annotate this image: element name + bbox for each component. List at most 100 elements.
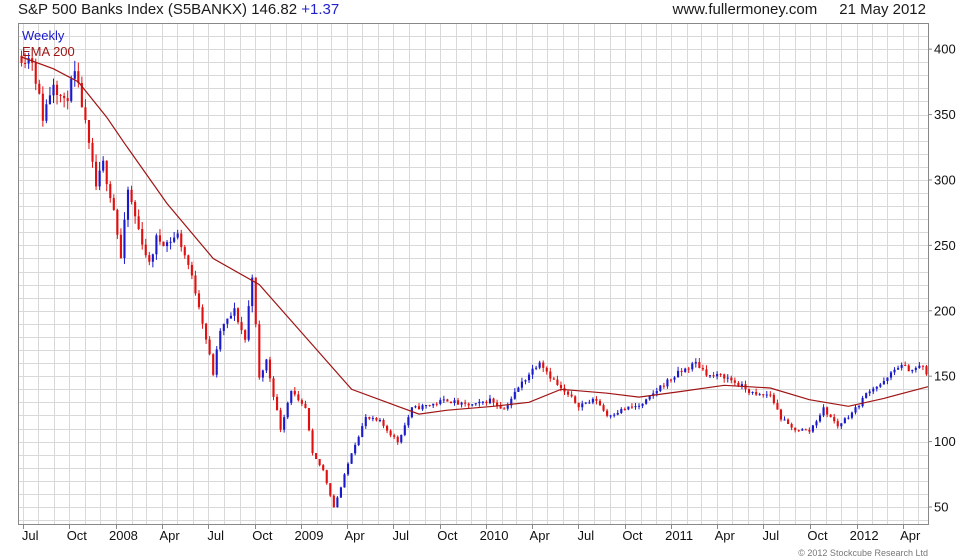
candle-body: [265, 359, 268, 371]
candle-up: [506, 402, 509, 411]
candle-body: [361, 426, 364, 437]
candle-body: [808, 429, 811, 432]
candle-up: [371, 415, 374, 422]
candle-body: [229, 315, 232, 319]
candle-body: [272, 378, 275, 397]
candle-body: [531, 368, 534, 375]
candle-down: [41, 86, 44, 127]
candle-body: [190, 264, 193, 276]
candle-body: [747, 389, 751, 393]
candle-body: [141, 229, 144, 245]
candle-body: [865, 393, 868, 398]
candle-down: [212, 353, 215, 377]
y-tick-label: 100: [934, 434, 956, 449]
candle-body: [566, 391, 570, 395]
candle-body: [574, 396, 577, 403]
candle-down: [162, 241, 165, 247]
candle-body: [371, 417, 374, 419]
candle-body: [364, 417, 367, 427]
candle-body: [471, 404, 474, 406]
candle-body: [861, 397, 864, 407]
candle-up: [173, 232, 176, 244]
candle-body: [425, 405, 428, 407]
candle-body: [790, 423, 793, 428]
x-tick-label: Apr: [900, 528, 921, 543]
candle-up: [538, 360, 541, 370]
candle-body: [261, 370, 264, 378]
candle-down: [258, 320, 261, 380]
candle-down: [134, 200, 137, 224]
candle-body: [268, 359, 272, 379]
candle-down: [116, 208, 119, 240]
candle-up: [758, 392, 761, 396]
candle-body: [293, 390, 296, 395]
candle-body: [393, 435, 396, 437]
candle-body: [95, 161, 98, 187]
candle-up: [453, 397, 456, 406]
candle-body: [222, 323, 225, 331]
candle-body: [904, 364, 907, 366]
candle-down: [254, 277, 257, 328]
candle-body: [698, 362, 701, 369]
candle-body: [467, 403, 470, 406]
candle-body: [148, 255, 151, 262]
candle-body: [694, 362, 697, 364]
candle-down: [279, 407, 282, 433]
candle-up: [488, 394, 492, 405]
candle-up: [233, 302, 236, 321]
candle-up: [620, 407, 623, 414]
candle-down: [148, 251, 151, 266]
candle-body: [911, 369, 914, 372]
candle-body: [134, 202, 137, 217]
candle-body: [627, 406, 630, 410]
candle-body: [783, 419, 786, 421]
candle-down: [779, 408, 783, 422]
candle-up: [354, 442, 357, 456]
candle-down: [496, 399, 499, 409]
candle-body: [119, 234, 122, 259]
candle-body: [201, 307, 204, 324]
candle-body: [708, 375, 712, 377]
x-tick-label: Jul: [763, 528, 780, 543]
candle-up: [339, 486, 343, 499]
candle-body: [606, 410, 609, 416]
candle-body: [290, 390, 293, 403]
candle-up: [818, 413, 822, 423]
candle-body: [527, 374, 531, 381]
candle-body: [577, 402, 580, 408]
candle-up: [73, 60, 76, 87]
candle-down: [598, 398, 602, 407]
candle-down: [84, 99, 87, 124]
candle-up: [684, 367, 687, 373]
x-tick-label: 2012: [850, 528, 879, 543]
candle-up: [627, 406, 630, 411]
candle-up: [815, 419, 818, 429]
candle-up: [357, 435, 360, 447]
candle-down: [87, 120, 91, 150]
candle-body: [442, 399, 445, 401]
candle-up: [783, 416, 786, 421]
candle-up: [126, 186, 130, 228]
candle-body: [854, 407, 857, 413]
candle-up: [840, 423, 843, 430]
candle-body: [769, 394, 772, 396]
candle-body: [403, 425, 406, 435]
candle-up: [765, 391, 768, 398]
candle-up: [634, 402, 637, 410]
candle-body: [758, 394, 761, 396]
candle-body: [325, 470, 328, 484]
candle-body: [187, 255, 190, 265]
x-tick-label: Apr: [530, 528, 551, 543]
candle-down: [293, 387, 296, 397]
candle-body: [414, 406, 417, 408]
candle-body: [496, 402, 499, 406]
candle-up: [165, 240, 169, 252]
candle-up: [364, 414, 367, 429]
candle-body: [719, 374, 722, 376]
candle-body: [244, 330, 247, 340]
candle-down: [187, 254, 190, 270]
candle-down: [552, 376, 555, 380]
candle-body: [158, 235, 162, 242]
candle-down: [836, 418, 839, 429]
candle-down: [197, 290, 201, 310]
